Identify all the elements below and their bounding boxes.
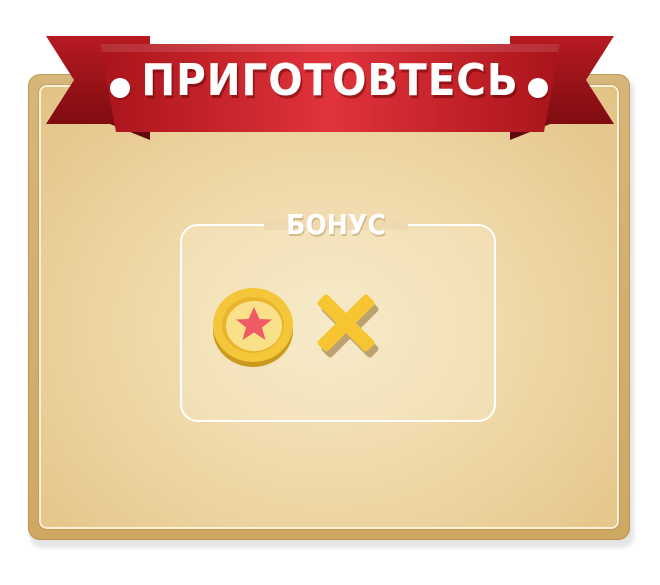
- banner-title: ПРИГОТОВТЕСЬ: [141, 54, 519, 106]
- game-dialog: ПРИГОТОВТЕСЬ БОНУС: [0, 0, 660, 585]
- cross-icon: [317, 294, 379, 358]
- ribbon-dot-left: [110, 78, 130, 98]
- coin-star-icon: [213, 288, 293, 367]
- bonus-label: БОНУС: [286, 207, 386, 241]
- ribbon-dot-right: [528, 78, 548, 98]
